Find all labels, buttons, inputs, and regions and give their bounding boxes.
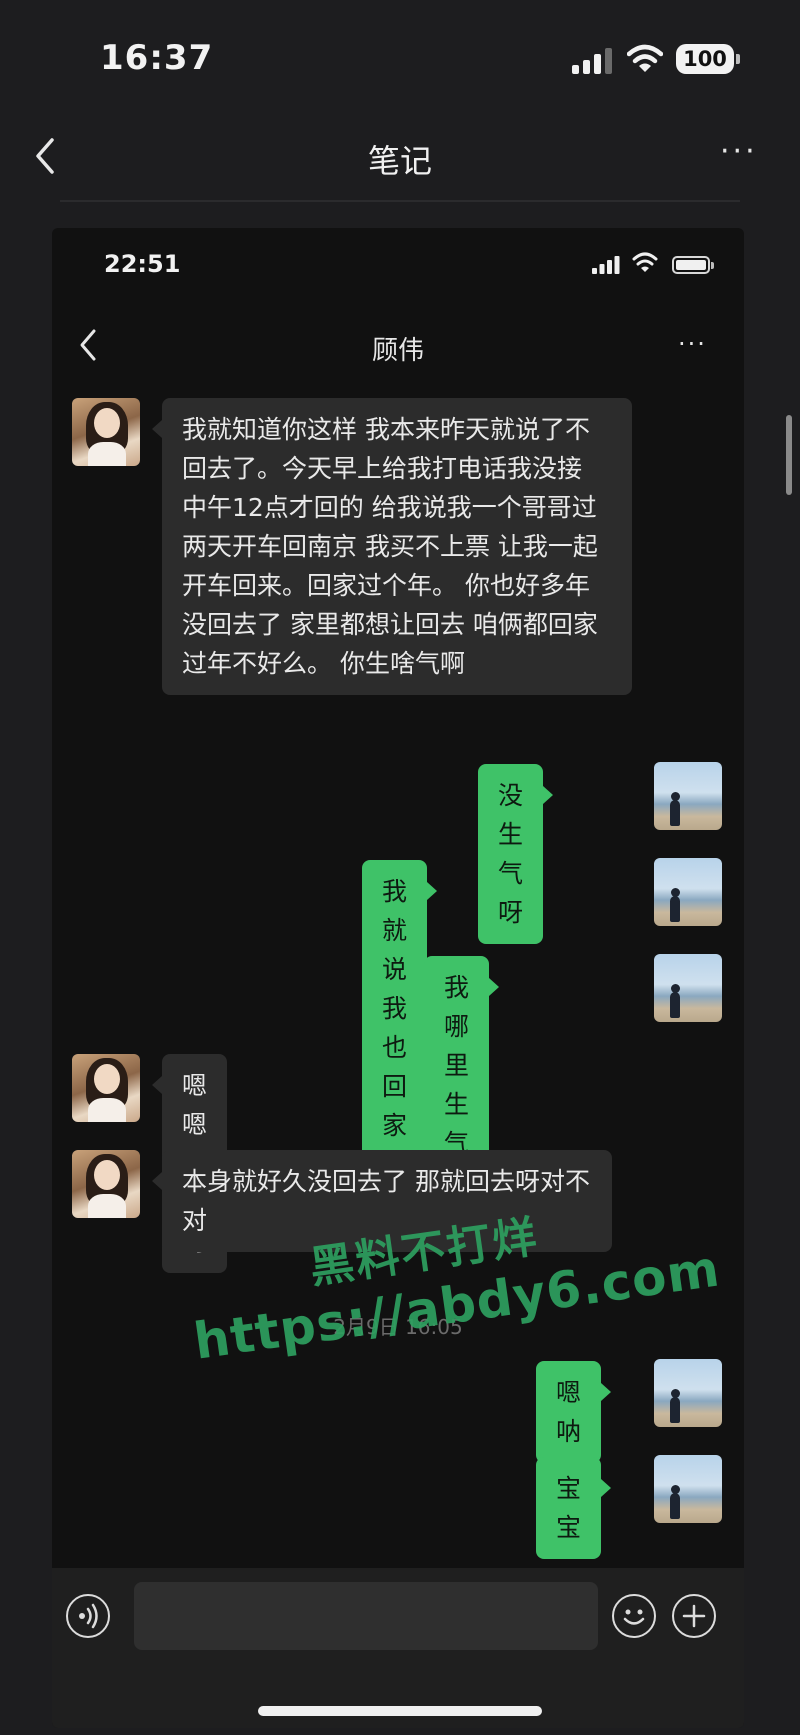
plus-icon[interactable]: [672, 1594, 716, 1638]
message-bubble[interactable]: 没生气呀: [478, 764, 554, 944]
contact-name: 顾伟: [371, 336, 424, 366]
message-bubble[interactable]: 我就说我也回家了: [362, 860, 438, 1196]
wifi-icon: [627, 44, 663, 72]
contact-avatar[interactable]: [72, 1150, 140, 1218]
message-bubble[interactable]: 嗯呐: [536, 1361, 612, 1463]
chat-header: 顾伟 ···: [52, 308, 744, 388]
inner-status-bar: 22:51: [52, 228, 744, 308]
divider: [60, 200, 740, 202]
emoji-icon[interactable]: [612, 1594, 656, 1638]
message-input[interactable]: [134, 1582, 598, 1650]
battery-icon: 100: [676, 44, 740, 74]
outer-nav-bar: 笔记 ···: [0, 120, 800, 200]
contact-avatar[interactable]: [72, 398, 140, 466]
scrollbar[interactable]: [786, 415, 792, 495]
outer-status-bar: 16:37 100: [0, 0, 800, 120]
message-timestamp: 2月9日 16:05: [333, 1315, 463, 1339]
self-avatar[interactable]: [654, 1455, 722, 1523]
self-avatar[interactable]: [654, 954, 722, 1022]
page-title: 笔记: [367, 142, 432, 180]
outer-clock: 16:37: [100, 38, 214, 78]
embedded-chat-screenshot: 22:51 顾伟 ··· 我就知道你这样 我本来昨天就说了不回去了。今天早上给我…: [52, 228, 744, 1728]
message-bubble[interactable]: 本身就好久没回去了 那就回去呀对不对: [152, 1150, 612, 1252]
cellular-signal-icon: [592, 256, 620, 274]
self-avatar[interactable]: [654, 1359, 722, 1427]
battery-icon: [672, 256, 714, 274]
wifi-icon: [632, 252, 658, 272]
contact-avatar[interactable]: [72, 1054, 140, 1122]
message-bubble[interactable]: 宝宝: [536, 1457, 612, 1559]
more-dots-icon[interactable]: ···: [678, 330, 707, 358]
more-dots-icon[interactable]: ···: [720, 137, 764, 172]
self-avatar[interactable]: [654, 858, 722, 926]
self-avatar[interactable]: [654, 762, 722, 830]
home-indicator[interactable]: [258, 1706, 542, 1716]
cellular-signal-icon: [572, 48, 612, 74]
message-bubble[interactable]: 我就知道你这样 我本来昨天就说了不回去了。今天早上给我打电话我没接 中午12点才…: [152, 398, 632, 695]
inner-clock: 22:51: [104, 250, 181, 278]
voice-icon[interactable]: [66, 1594, 110, 1638]
chat-input-bar: [52, 1568, 744, 1728]
